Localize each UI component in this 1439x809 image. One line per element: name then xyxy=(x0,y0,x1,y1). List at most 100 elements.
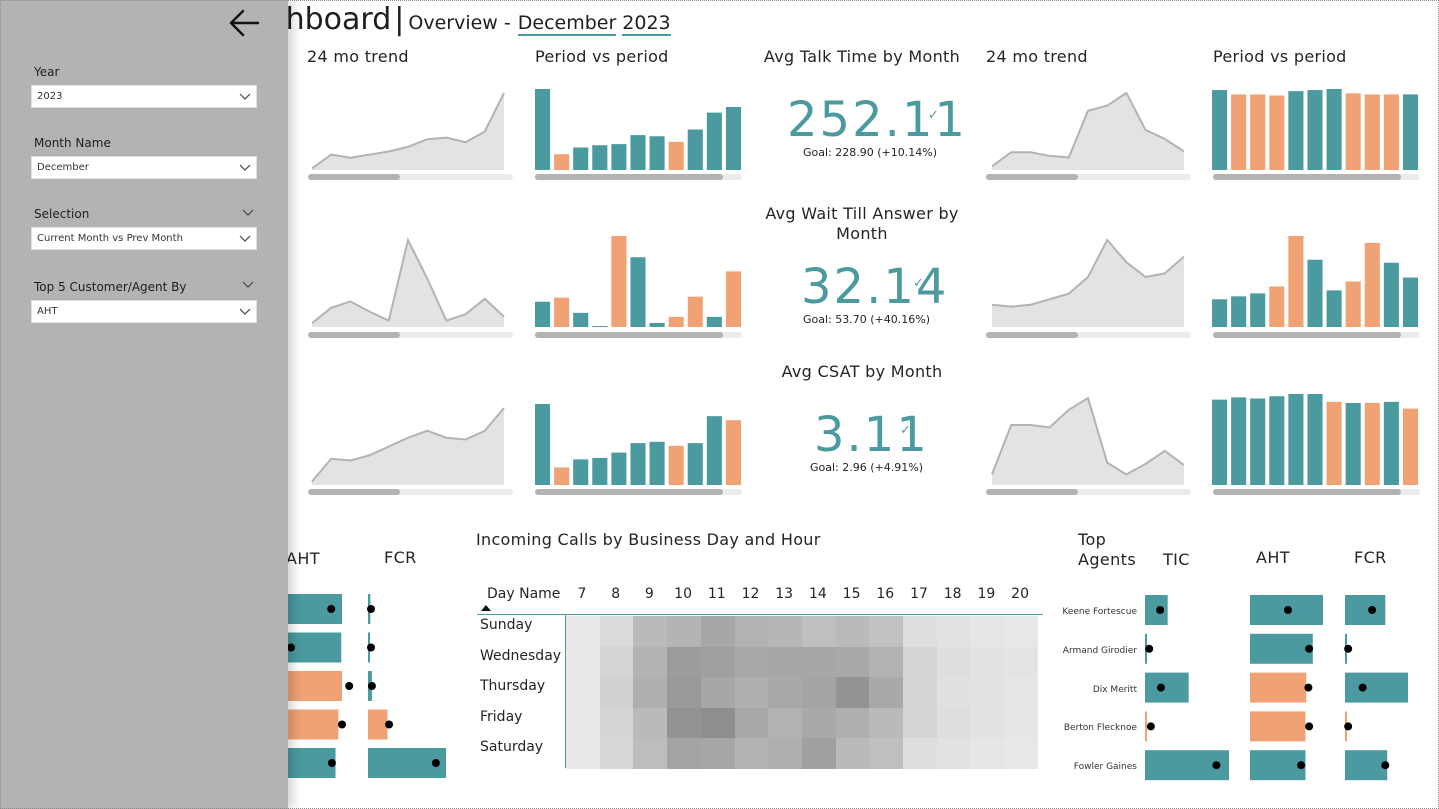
heatmap-cell[interactable] xyxy=(1004,616,1039,647)
heatmap-cell[interactable] xyxy=(566,646,601,678)
heatmap-cell[interactable] xyxy=(835,738,870,769)
period-bar[interactable] xyxy=(706,316,722,327)
heatmap-cell[interactable] xyxy=(700,738,735,769)
scrollbar-thumb[interactable] xyxy=(308,332,400,338)
period-bar[interactable] xyxy=(554,297,570,327)
heatmap-cell[interactable] xyxy=(700,707,735,739)
heatmap-row-label[interactable]: Wednesday xyxy=(480,648,561,664)
heatmap-cell[interactable] xyxy=(869,738,904,769)
period-bar[interactable] xyxy=(1269,396,1285,485)
bullet-bar[interactable] xyxy=(368,709,388,740)
chart-scrollbar[interactable] xyxy=(986,489,1191,495)
period-bar[interactable] xyxy=(668,316,684,327)
scrollbar-thumb[interactable] xyxy=(1213,174,1401,180)
heatmap-cell[interactable] xyxy=(700,677,735,708)
heatmap-cell[interactable] xyxy=(970,677,1005,708)
period-bar[interactable] xyxy=(1250,398,1266,485)
period-bar[interactable] xyxy=(1288,91,1304,170)
period-bar[interactable] xyxy=(535,404,551,485)
period-bar[interactable] xyxy=(592,145,608,170)
period-bar[interactable] xyxy=(1288,236,1304,327)
back-arrow-icon[interactable] xyxy=(228,6,262,40)
heatmap-cell[interactable] xyxy=(1004,707,1039,739)
heatmap-cell[interactable] xyxy=(970,707,1005,739)
heatmap-cell[interactable] xyxy=(566,677,601,708)
period-bar[interactable] xyxy=(1364,94,1380,170)
heatmap-cell[interactable] xyxy=(768,616,803,647)
sort-ascending-icon[interactable] xyxy=(480,604,492,612)
heatmap-cell[interactable] xyxy=(970,738,1005,769)
period-bar[interactable] xyxy=(1269,95,1285,170)
heatmap-row-label[interactable]: Saturday xyxy=(480,739,543,755)
heatmap-cell[interactable] xyxy=(599,616,634,647)
heatmap-cell[interactable] xyxy=(1004,738,1039,769)
heatmap-cell[interactable] xyxy=(903,707,938,739)
period-bar[interactable] xyxy=(611,236,627,327)
period-bar[interactable] xyxy=(573,459,589,485)
period-bar[interactable] xyxy=(687,443,703,485)
heatmap-cell[interactable] xyxy=(633,738,668,769)
heatmap-cell[interactable] xyxy=(869,707,904,739)
period-bar[interactable] xyxy=(668,141,684,170)
period-bar[interactable] xyxy=(1326,401,1342,485)
heatmap-cell[interactable] xyxy=(566,616,601,647)
heatmap-cell[interactable] xyxy=(734,738,769,769)
chart-scrollbar[interactable] xyxy=(535,489,742,495)
heatmap-cell[interactable] xyxy=(801,646,837,678)
heatmap-cell[interactable] xyxy=(599,677,634,708)
scrollbar-thumb[interactable] xyxy=(1213,332,1401,338)
heatmap-cell[interactable] xyxy=(667,646,702,678)
heatmap-cell[interactable] xyxy=(903,616,938,647)
heatmap-cell[interactable] xyxy=(936,707,971,739)
heatmap-cell[interactable] xyxy=(599,738,634,769)
month-slicer[interactable]: December xyxy=(31,156,257,179)
scrollbar-thumb[interactable] xyxy=(535,489,723,495)
period-bar[interactable] xyxy=(687,296,703,327)
agent-name[interactable]: Dix Meritt xyxy=(1057,685,1137,695)
heatmap-cell[interactable] xyxy=(599,707,634,739)
heatmap-cell[interactable] xyxy=(835,646,870,678)
period-bar[interactable] xyxy=(573,147,589,171)
period-bar[interactable] xyxy=(1212,299,1228,327)
heatmap-cell[interactable] xyxy=(903,646,938,678)
period-bar[interactable] xyxy=(725,271,741,327)
chart-scrollbar[interactable] xyxy=(986,174,1191,180)
bullet-bar[interactable] xyxy=(288,671,342,701)
heatmap-cell[interactable] xyxy=(667,616,702,647)
heatmap-cell[interactable] xyxy=(734,707,769,739)
year-slicer[interactable]: 2023 xyxy=(31,85,257,108)
period-bar[interactable] xyxy=(1231,397,1247,485)
heatmap-cell[interactable] xyxy=(801,738,837,769)
heatmap-cell[interactable] xyxy=(869,646,904,678)
chart-scrollbar[interactable] xyxy=(308,332,513,338)
period-bar[interactable] xyxy=(535,301,551,327)
period-bar[interactable] xyxy=(1402,277,1418,327)
heatmap-cell[interactable] xyxy=(566,738,601,769)
period-bar[interactable] xyxy=(630,443,646,485)
scrollbar-thumb[interactable] xyxy=(535,332,723,338)
bullet-bar[interactable] xyxy=(1145,672,1189,703)
period-bar[interactable] xyxy=(1212,399,1228,485)
scrollbar-thumb[interactable] xyxy=(986,332,1078,338)
heatmap-cell[interactable] xyxy=(667,738,702,769)
chart-scrollbar[interactable] xyxy=(308,489,513,495)
period-bar[interactable] xyxy=(706,112,722,170)
top5-slicer[interactable]: AHT xyxy=(31,300,257,323)
agent-name[interactable]: Fowler Gaines xyxy=(1057,762,1137,772)
heatmap-cell[interactable] xyxy=(768,677,803,708)
period-bar[interactable] xyxy=(649,441,665,485)
heatmap-cell[interactable] xyxy=(801,616,837,647)
heatmap-cell[interactable] xyxy=(734,677,769,708)
heatmap-cell[interactable] xyxy=(768,707,803,739)
heatmap-cell[interactable] xyxy=(700,646,735,678)
bullet-bar[interactable] xyxy=(1250,711,1306,742)
heatmap-cell[interactable] xyxy=(768,738,803,769)
scrollbar-thumb[interactable] xyxy=(986,174,1078,180)
agent-name[interactable]: Keene Fortescue xyxy=(1057,607,1137,617)
chart-scrollbar[interactable] xyxy=(535,174,742,180)
chart-scrollbar[interactable] xyxy=(1213,174,1420,180)
chevron-down-icon[interactable] xyxy=(242,207,254,217)
period-bar[interactable] xyxy=(706,416,722,485)
heatmap-cell[interactable] xyxy=(936,677,971,708)
bullet-bar[interactable] xyxy=(1345,595,1386,625)
